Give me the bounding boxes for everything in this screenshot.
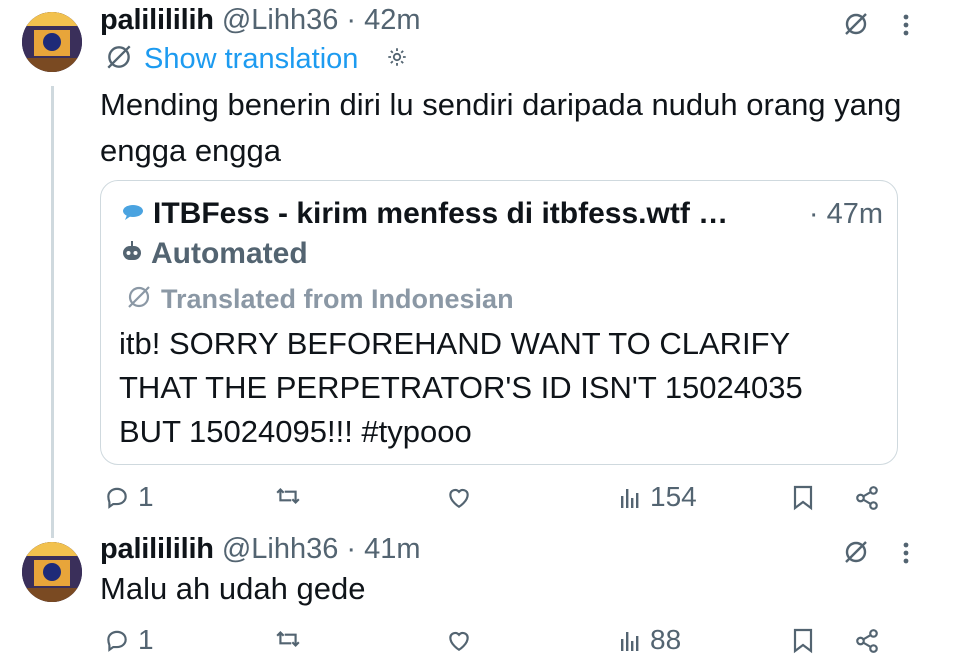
speech-bubble-icon [121,203,145,226]
views-button[interactable]: 88 [620,624,681,656]
reply-button[interactable]: 1 [104,481,154,513]
display-name[interactable]: palilililih [100,4,214,37]
translate-icon[interactable] [842,10,870,38]
share-icon[interactable] [854,628,880,654]
view-count: 154 [650,481,697,512]
show-translation-link[interactable]: Show translation [144,43,358,76]
user-handle[interactable]: @Lihh36 [222,533,339,566]
translate-icon [125,283,153,316]
tweet-text: Malu ah udah gede [100,571,366,606]
translated-from-row: Translated from Indonesian [125,283,514,316]
heart-icon [446,628,472,652]
quoted-tweet-card[interactable]: ITBFess - kirim menfess di itbfess.wtf …… [100,180,898,465]
reply-count: 1 [138,624,154,655]
thread-connector-line [51,86,54,538]
quote-timestamp[interactable]: · 47m [809,198,883,231]
quote-text: itb! SORRY BEFOREHAND WANT TO CLARIFY TH… [119,326,803,449]
translate-icon [104,42,134,77]
views-button[interactable]: 154 [620,481,697,513]
like-button[interactable] [446,485,480,509]
quote-header: ITBFess - kirim menfess di itbfess.wtf …… [121,197,883,231]
avatar[interactable] [22,12,82,72]
view-count: 88 [650,624,682,655]
quote-display-name[interactable]: ITBFess - kirim menfess di itbfess.wtf … [153,197,728,231]
gear-icon[interactable] [386,46,408,73]
timestamp[interactable]: · 42m [346,4,420,37]
repost-icon [274,626,302,652]
user-handle[interactable]: @Lihh36 [222,4,339,37]
translate-icon[interactable] [842,538,870,566]
display-name[interactable]: palilililih [100,533,214,566]
reply-icon [104,484,130,510]
reply-button[interactable]: 1 [104,624,154,656]
like-button[interactable] [446,628,480,652]
more-icon[interactable] [902,13,910,37]
bookmark-icon[interactable] [792,485,814,511]
heart-icon [446,485,472,509]
tweet-header: palilililih @Lihh36 · 42m [100,4,421,37]
show-translation-row: Show translation [104,42,408,77]
avatar[interactable] [22,542,82,602]
share-icon[interactable] [854,485,880,511]
timestamp[interactable]: · 41m [346,533,420,566]
tweet-header: palilililih @Lihh36 · 41m [100,533,421,566]
automated-label-row: Automated [121,237,308,271]
repost-icon [274,483,302,509]
bookmark-icon[interactable] [792,628,814,654]
views-icon [620,484,642,510]
reply-icon [104,627,130,653]
more-icon[interactable] [902,541,910,565]
repost-button[interactable] [274,483,310,509]
automated-label: Automated [151,237,308,270]
translated-from-label: Translated from Indonesian [161,284,514,314]
views-icon [620,627,642,653]
robot-icon [121,240,143,269]
reply-count: 1 [138,481,154,512]
tweet-text: Mending benerin diri lu sendiri daripada… [100,87,902,168]
repost-button[interactable] [274,626,310,652]
